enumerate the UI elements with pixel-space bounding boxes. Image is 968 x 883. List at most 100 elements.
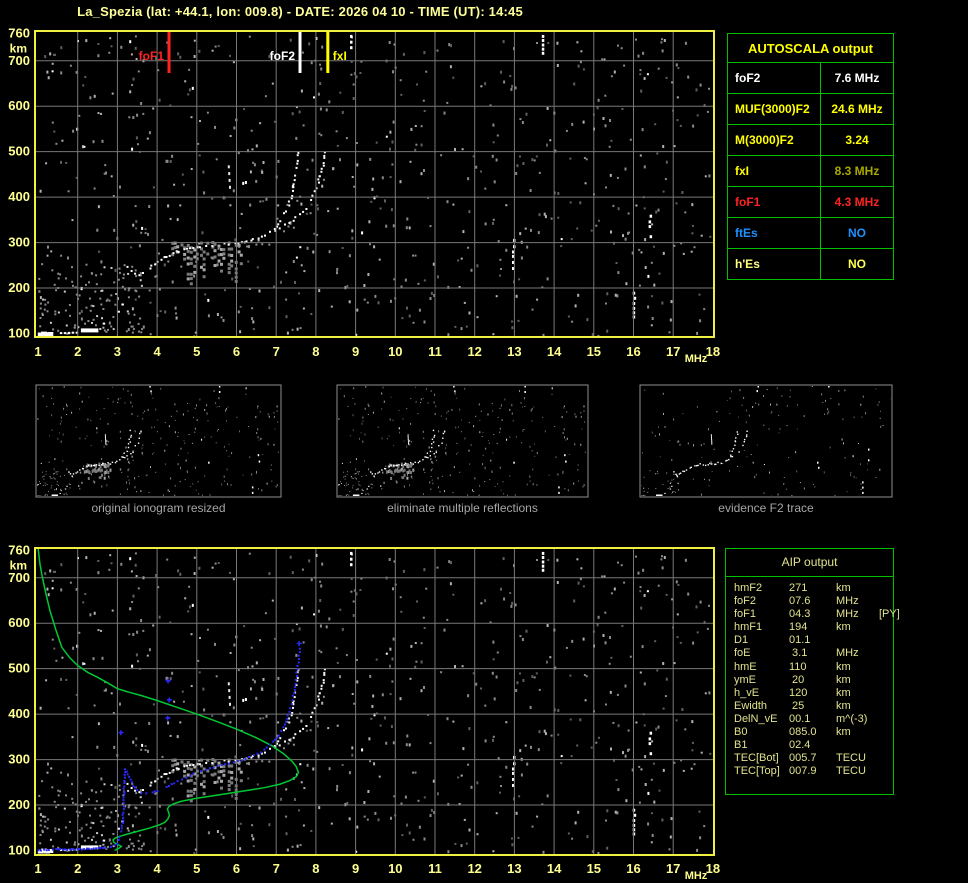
fof2-marker-line	[298, 32, 302, 73]
y-tick-label: 760	[8, 543, 30, 558]
x-tick-label: 7	[273, 861, 280, 876]
y-tick-label: 600	[8, 98, 30, 113]
x-tick-label: 15	[587, 344, 601, 359]
aip-row-b0: B0 085.0 km	[726, 726, 893, 739]
aip-row-foe: foE 3.1 MHz	[726, 647, 893, 660]
x-tick-label: 13	[507, 344, 521, 359]
aip-label-cell: foF2	[734, 595, 757, 608]
autoscala-label-cell: foF1	[728, 187, 821, 217]
aip-row-ewidth: Ewidth 25 km	[726, 700, 893, 713]
autoscala-row-fof1: foF1 4.3 MHz	[728, 186, 893, 217]
aip-row-b1: B1 02.4	[726, 739, 893, 752]
x-tick-label: 3	[114, 861, 121, 876]
aip-label-cell: hmF1	[734, 621, 763, 634]
y-tick-label: 500	[8, 144, 30, 159]
aip-unit-cell: m^(-3)	[836, 712, 868, 725]
fof1-marker-line	[167, 32, 171, 73]
autoscala-label-cell: foF2	[728, 63, 821, 93]
y-tick-label: 500	[8, 661, 30, 676]
aip-value-cell: 007.9	[789, 765, 817, 778]
autoscala-value-cell: 4.3 MHz	[834, 195, 880, 209]
aip-row-tecbot: TEC[Bot] 005.7 TECU	[726, 752, 893, 765]
y-axis-unit-label: km	[10, 559, 27, 573]
aip-label-cell: TEC[Top]	[734, 765, 780, 778]
aip-extra-cell	[879, 621, 893, 634]
aip-unit-cell: km	[836, 726, 851, 739]
x-tick-label: 12	[467, 344, 481, 359]
x-tick-label: 17	[666, 861, 680, 876]
x-tick-label: 16	[626, 344, 640, 359]
aip-unit-cell: km	[836, 621, 851, 634]
x-tick-label: 10	[388, 344, 402, 359]
plot-grid	[36, 549, 713, 854]
aip-label-cell: Ewidth	[734, 699, 768, 712]
ionogram-scatter-layer	[37, 34, 712, 336]
x-tick-label: 9	[352, 861, 359, 876]
x-tick-label: 11	[428, 344, 442, 359]
x-tick-label: 12	[467, 861, 481, 876]
aip-unit-cell: km	[836, 686, 851, 699]
x-tick-label: 11	[428, 861, 442, 876]
x-tick-label: 2	[74, 861, 81, 876]
aip-label-cell: B0	[734, 726, 748, 739]
x-tick-label: 2	[74, 344, 81, 359]
aip-extra-cell	[879, 595, 893, 608]
autoscala-value-cell: NO	[848, 257, 866, 271]
autoscala-label-cell: ftEs	[728, 218, 821, 248]
aip-value-cell: 07.6	[789, 595, 811, 608]
autoscala-label-cell: h'Es	[728, 249, 821, 279]
x-tick-label: 7	[273, 344, 280, 359]
y-tick-label: 300	[8, 752, 30, 767]
autoscala-row-fxi: fxI 8.3 MHz	[728, 155, 893, 186]
x-tick-label: 17	[666, 344, 680, 359]
fxi-marker-label: fxI	[333, 49, 347, 63]
y-tick-label: 200	[8, 280, 30, 295]
thumbnail-plot-0	[35, 384, 282, 498]
aip-extra-cell	[879, 752, 893, 765]
thumbnail-plot-1	[336, 384, 589, 498]
thumbnail-caption-original: original ionogram resized	[91, 501, 226, 515]
aip-unit-cell: km	[836, 699, 851, 712]
aip-row-hme: hmE 110 km	[726, 661, 893, 674]
x-tick-label: 4	[153, 861, 161, 876]
x-tick-label: 13	[507, 861, 521, 876]
aip-table-rows: hmF2 271 km foF2 07.6 MHz foF1 04.3 MHz [PY] hmF1 1…	[726, 577, 900, 778]
y-tick-label: 300	[8, 235, 30, 250]
autoscala-row-ftes: ftEs NO	[728, 217, 893, 248]
autoscala-label-cell: M(3000)F2	[728, 125, 821, 155]
aip-extra-cell	[879, 765, 893, 778]
aip-unit-cell: km	[836, 673, 851, 686]
aip-value-cell: 120	[789, 686, 808, 699]
aip-label-cell: D1	[734, 634, 749, 647]
fxi-marker-line	[326, 32, 330, 73]
autoscala-app-window: La_Spezia (lat: +44.1, lon: 009.8) - DAT…	[0, 0, 968, 883]
aip-extra-cell	[879, 700, 893, 713]
autoscala-row-m3000f2: M(3000)F2 3.24	[728, 124, 893, 155]
aip-value-cell: 194	[789, 621, 808, 634]
y-tick-label: 100	[8, 325, 30, 340]
aip-value-cell: 02.4	[789, 739, 811, 752]
aip-value-cell: 01.1	[789, 634, 811, 647]
aip-value-cell: 085.0	[789, 726, 817, 739]
aip-row-hmf1: hmF1 194 km	[726, 621, 893, 634]
aip-label-cell: hmE	[734, 660, 757, 673]
aip-row-hve: h_vE 120 km	[726, 687, 893, 700]
autoscala-row-hes: h'Es NO	[728, 248, 893, 279]
y-tick-label: 600	[8, 615, 30, 630]
aip-extra-cell: [PY]	[879, 608, 900, 621]
aip-row-hmf2: hmF2 271 km	[726, 582, 893, 595]
x-tick-label: 5	[193, 861, 200, 876]
aip-unit-cell: MHz	[836, 595, 859, 608]
fof2-marker-label: foF2	[270, 49, 296, 63]
x-tick-label: 16	[626, 861, 640, 876]
x-tick-label: 4	[153, 344, 161, 359]
aip-label-cell: foF1	[734, 608, 757, 621]
aip-label-cell: TEC[Bot]	[734, 752, 779, 765]
aip-extra-cell	[879, 661, 893, 674]
thumbnail-border	[35, 384, 282, 498]
aip-extra-cell	[879, 674, 893, 687]
x-tick-label: 6	[233, 344, 240, 359]
x-axis-unit-label: MHz	[685, 870, 708, 882]
x-tick-label: 5	[193, 344, 200, 359]
aip-value-cell: 00.1	[789, 712, 811, 725]
